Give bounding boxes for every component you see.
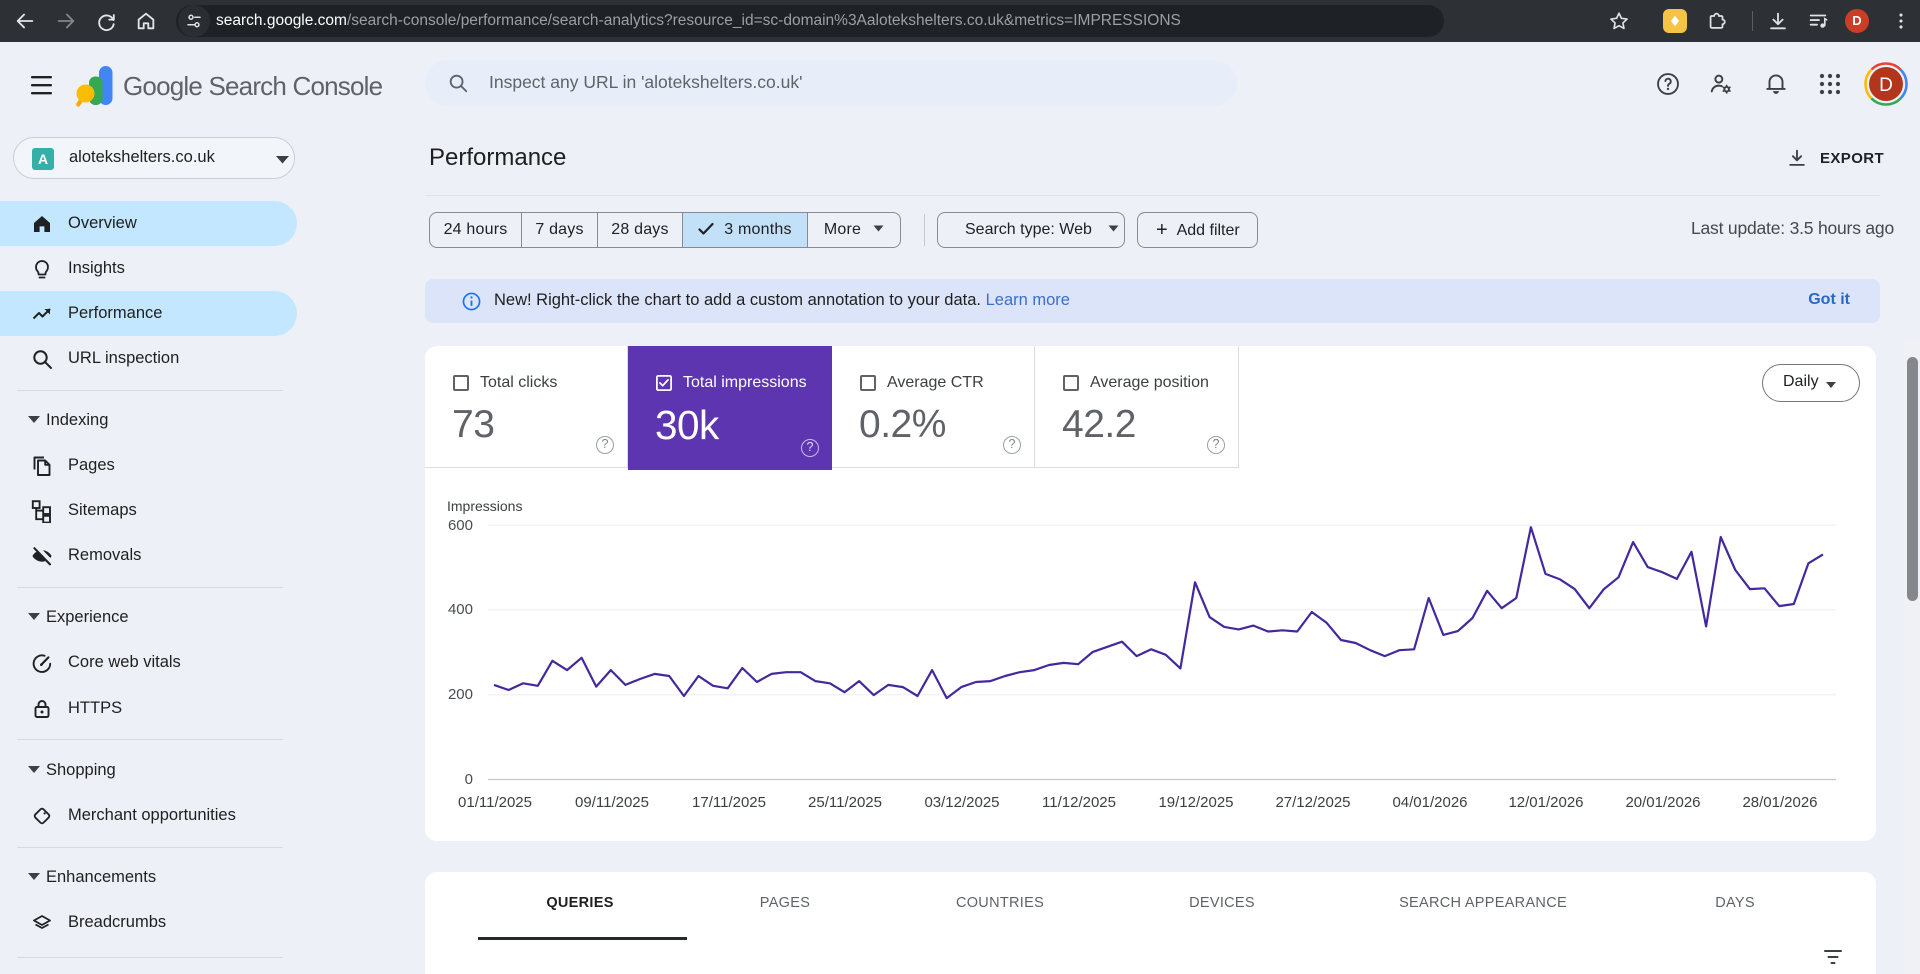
svg-text:D: D (1879, 75, 1893, 96)
